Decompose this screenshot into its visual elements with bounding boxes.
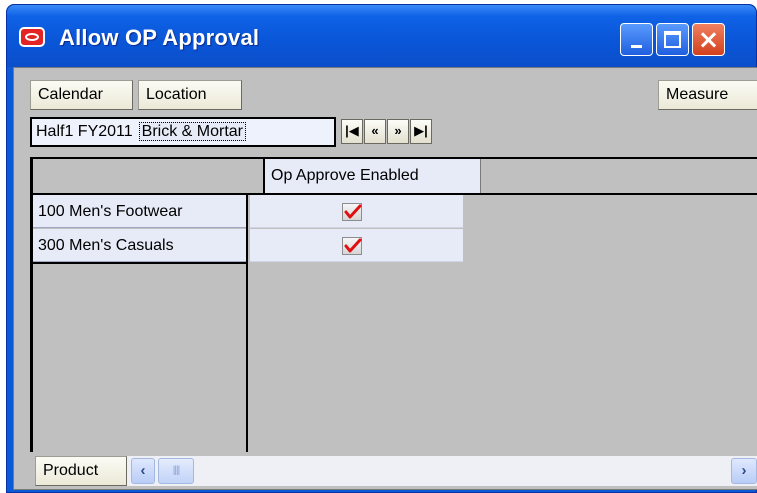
last-icon: ▶| — [414, 123, 428, 138]
previous-icon: « — [371, 123, 379, 138]
check-mark-icon — [344, 204, 362, 219]
calendar-dimension-button[interactable]: Calendar — [30, 80, 133, 110]
product-dimension-button[interactable]: Product — [35, 456, 127, 486]
window-title: Allow OP Approval — [59, 25, 260, 50]
maximize-button[interactable] — [656, 23, 689, 56]
cell-op-approve-100-mens-footwear — [250, 195, 463, 228]
row-header-100-mens-footwear[interactable]: 100 Men's Footwear — [33, 195, 246, 228]
worksheet-grid: Op Approve Enabled 100 Men's Footwear 30… — [30, 157, 757, 452]
grip-icon: |||| — [172, 465, 180, 476]
app-window: Allow OP Approval × Calendar Location Me… — [6, 4, 757, 493]
check-mark-icon — [344, 238, 362, 253]
scroll-left-button[interactable]: ‹ — [131, 458, 155, 484]
next-page-button[interactable]: » — [387, 119, 409, 144]
column-header-bar: Op Approve Enabled — [263, 157, 757, 195]
op-approve-checkbox-row-1[interactable] — [342, 203, 362, 221]
chevron-left-icon: ‹ — [140, 462, 146, 479]
first-page-button[interactable]: |◀ — [341, 119, 363, 144]
previous-page-button[interactable]: « — [364, 119, 386, 144]
next-icon: » — [394, 123, 402, 138]
chevron-right-icon: › — [741, 462, 747, 479]
maximize-icon — [664, 31, 681, 48]
grid-corner — [33, 157, 263, 195]
measure-dimension-button[interactable]: Measure — [658, 80, 757, 110]
horizontal-scrollbar[interactable]: ‹ |||| › — [127, 456, 757, 486]
location-page-value[interactable]: Brick & Mortar — [138, 122, 246, 141]
minimize-icon — [631, 45, 642, 48]
close-icon: × — [697, 24, 720, 55]
minimize-button[interactable] — [620, 23, 653, 56]
location-dimension-button[interactable]: Location — [138, 80, 242, 110]
calendar-page-value[interactable]: Half1 FY2011 — [36, 123, 133, 140]
client-area: Calendar Location Measure Half1 FY2011 Br… — [13, 67, 757, 490]
title-bar[interactable]: Allow OP Approval × — [7, 5, 756, 67]
last-page-button[interactable]: ▶| — [410, 119, 432, 144]
row-header-column: 100 Men's Footwear 300 Men's Casuals — [33, 195, 248, 452]
cell-op-approve-300-mens-casuals — [250, 229, 463, 262]
scroll-thumb[interactable]: |||| — [158, 458, 194, 484]
page-selector-bar: Half1 FY2011 Brick & Mortar — [30, 117, 336, 147]
scroll-right-button[interactable]: › — [731, 458, 757, 484]
op-approve-checkbox-row-2[interactable] — [342, 237, 362, 255]
column-header-op-approve-enabled[interactable]: Op Approve Enabled — [265, 159, 481, 193]
oracle-app-icon — [19, 27, 45, 47]
row-header-300-mens-casuals[interactable]: 300 Men's Casuals — [33, 229, 246, 262]
first-icon: |◀ — [345, 123, 359, 138]
close-button[interactable]: × — [692, 23, 725, 56]
